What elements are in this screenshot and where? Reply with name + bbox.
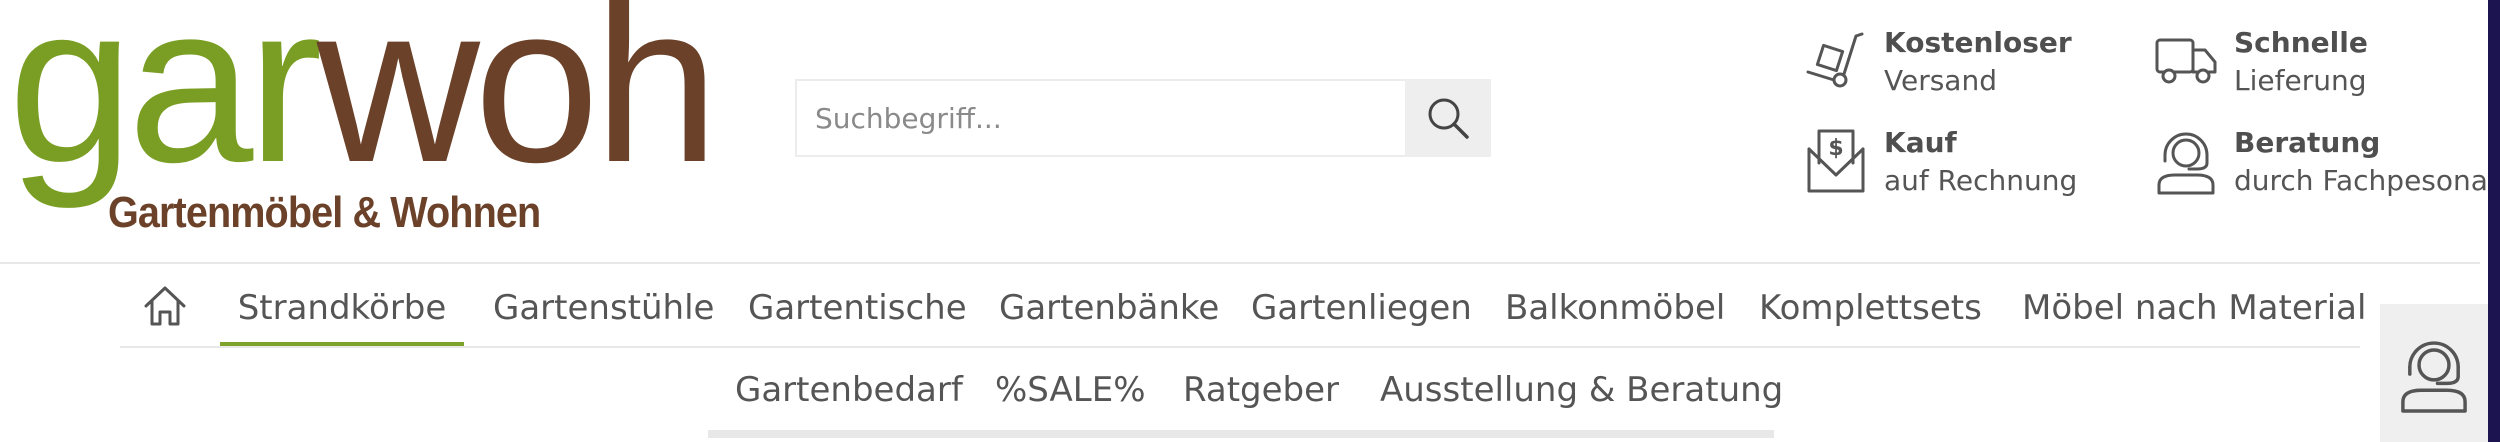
nav-item-gartenbaenke[interactable]: Gartenbänke [999, 270, 1219, 346]
headset-icon [2401, 341, 2467, 413]
nav-divider-bottom [708, 430, 1774, 438]
nav-item-gartenbedarf[interactable]: Gartenbedarf [735, 352, 963, 428]
service-subtitle: auf Rechnung [1884, 164, 2078, 197]
service-subtitle: Lieferung [2234, 64, 2367, 97]
delivery-truck-icon [2150, 24, 2222, 96]
nav-item-gartentische[interactable]: Gartentische [748, 270, 967, 346]
nav-item-ausstellung-beratung[interactable]: Ausstellung & Beratung [1380, 352, 1783, 428]
nav-item-strandkoerbe[interactable]: Strandkörbe [220, 270, 464, 346]
service-free-shipping: Kostenloser Versand [1800, 24, 2072, 100]
site-logo[interactable]: garwoh Gartenmöbel & Wohnen [8, 0, 719, 244]
service-fast-delivery: Schnelle Lieferung [2150, 24, 2368, 100]
nav-item-gartenstuehle[interactable]: Gartenstühle [493, 270, 714, 346]
nav-divider-middle [120, 346, 2360, 348]
search-icon [1428, 98, 1469, 139]
hand-truck-icon [1800, 24, 1872, 96]
nav-item-moebel-nach-material[interactable]: Möbel nach Material [2022, 270, 2366, 346]
nav-item-balkonmoebel[interactable]: Balkonmöbel [1505, 270, 1725, 346]
logo-wordmark: garwoh [8, 0, 719, 196]
logo-word-part1: gar [8, 0, 323, 209]
search-bar [795, 79, 1491, 157]
svg-text:$: $ [1828, 136, 1843, 161]
nav-item-ratgeber[interactable]: Ratgeber [1183, 352, 1339, 428]
service-title: Kauf [1884, 126, 1957, 159]
logo-word-part2: woh [316, 0, 720, 209]
main-nav: Strandkörbe Gartenstühle Gartentische Ga… [120, 270, 2366, 346]
home-icon [144, 286, 186, 326]
service-title: Kostenloser [1884, 26, 2072, 59]
secondary-nav: Gartenbedarf %SALE% Ratgeber Ausstellung… [0, 352, 2480, 428]
nav-home[interactable] [142, 284, 188, 332]
search-button[interactable] [1405, 79, 1491, 157]
invoice-dollar-icon: $ [1800, 124, 1872, 196]
side-strip [2488, 0, 2500, 442]
search-input[interactable] [795, 79, 1405, 157]
logo-tagline: Gartenmöbel & Wohnen [108, 188, 541, 237]
service-consulting: Beratung durch Fachpesonal [2150, 124, 2496, 200]
nav-item-sale[interactable]: %SALE% [995, 352, 1146, 428]
service-title: Schnelle [2234, 26, 2368, 59]
service-subtitle: Versand [1884, 64, 1997, 97]
nav-item-komplettsets[interactable]: Komplettsets [1759, 270, 1982, 346]
nav-divider-top [0, 262, 2480, 264]
service-title: Beratung [2234, 126, 2381, 159]
service-invoice: $ Kauf auf Rechnung [1800, 124, 2077, 200]
contact-float-button[interactable] [2380, 304, 2488, 442]
service-subtitle: durch Fachpesonal [2234, 164, 2496, 197]
nav-item-gartenliegen[interactable]: Gartenliegen [1251, 270, 1472, 346]
headset-icon [2150, 124, 2222, 196]
